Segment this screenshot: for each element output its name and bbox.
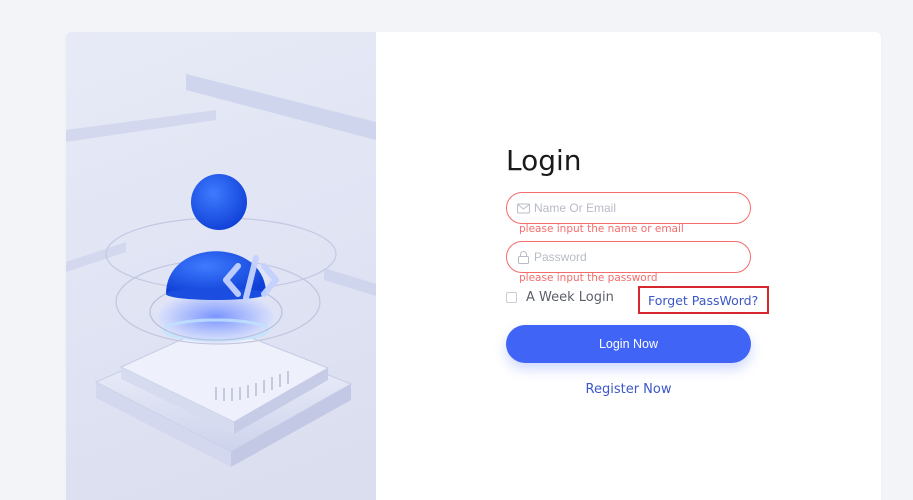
login-form: Login please input the name or email ple… xyxy=(376,32,881,500)
remember-option[interactable]: A Week Login xyxy=(506,290,614,305)
username-field[interactable] xyxy=(506,192,751,224)
password-error: please input the password xyxy=(519,272,658,284)
remember-label: A Week Login xyxy=(526,290,614,305)
register-link[interactable]: Register Now xyxy=(506,382,751,397)
username-input[interactable] xyxy=(534,201,734,215)
login-button[interactable]: Login Now xyxy=(506,325,751,363)
login-card: Login please input the name or email ple… xyxy=(66,32,881,500)
login-illustration xyxy=(66,32,376,500)
forget-password-highlight: Forget PassWord? xyxy=(638,286,769,314)
user-code-illustration xyxy=(66,74,376,467)
password-input[interactable] xyxy=(534,250,734,264)
forget-password-link[interactable]: Forget PassWord? xyxy=(648,293,758,308)
username-error: please input the name or email xyxy=(519,223,684,235)
login-title: Login xyxy=(506,144,582,177)
password-field[interactable] xyxy=(506,241,751,273)
remember-checkbox[interactable] xyxy=(506,292,517,303)
lock-icon xyxy=(517,250,530,264)
mail-icon xyxy=(517,202,530,215)
